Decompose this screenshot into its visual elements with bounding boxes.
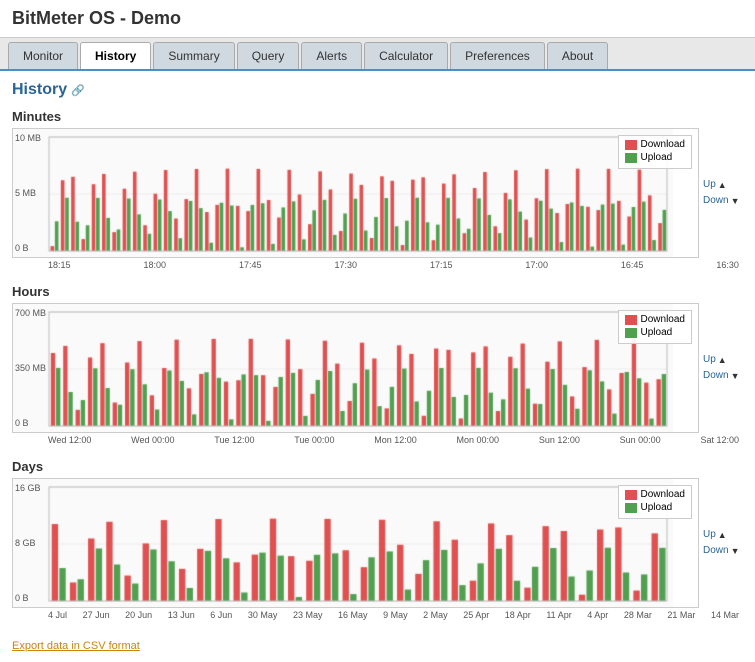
chart-wrapper-2: Download Upload 16 GB8 GB0 B Up ▲ Down ▼ [12,478,743,608]
legend-upload-0: Upload [625,152,685,163]
nav-tab-calculator[interactable]: Calculator [364,42,448,69]
chart-area-0: Download Upload 10 MB5 MB0 B [12,128,699,258]
chart-section-minutes: MinutesDownloadUpload10 MB5 MB0 BUp ▲Dow… [12,109,743,270]
chart-area-2: Download Upload 16 GB8 GB0 B [12,478,699,608]
y-labels-2: 16 GB8 GB0 B [15,479,41,607]
chart-legend-2: Download Upload [618,485,692,519]
chart-section-hours: HoursDownloadUpload700 MB350 MB0 BUp ▲Do… [12,284,743,445]
chart-area-1: Download Upload 700 MB350 MB0 B [12,303,699,433]
legend-download-2: Download [625,489,685,500]
legend-upload-1: Upload [625,327,685,338]
nav-tab-query[interactable]: Query [237,42,300,69]
content: History 🔗 Minutes Download Upload 10 MB5 MB… [0,71,755,662]
chart-wrapper-0: Download Upload 10 MB5 MB0 B Up ▲ Down ▼ [12,128,743,258]
y-labels-0: 10 MB5 MB0 B [15,129,41,257]
up-button-1[interactable]: Up ▲ [703,353,727,367]
down-button-1[interactable]: Down ▼ [703,369,740,383]
chart-side-2: Up ▲ Down ▼ [699,478,743,608]
down-button-2[interactable]: Down ▼ [703,544,740,558]
chart-side-0: Up ▲ Down ▼ [699,128,743,258]
up-button-0[interactable]: Up ▲ [703,178,727,192]
section-title-2: Days [12,459,743,474]
chart-side-1: Up ▲ Down ▼ [699,303,743,433]
title-bar: BitMeter OS - Demo [0,0,755,38]
nav-tab-monitor[interactable]: Monitor [8,42,78,69]
x-labels-2: 4 Jul27 Jun20 Jun13 Jun6 Jun30 May23 May… [12,608,743,620]
chart-legend-0: Download Upload [618,135,692,169]
nav-tab-preferences[interactable]: Preferences [450,42,545,69]
section-title-0: Minutes [12,109,743,124]
chart-canvas-1 [13,304,673,433]
chart-canvas-2 [13,479,673,608]
chart-canvas-0 [13,129,673,258]
nav-bar: MonitorHistorySummaryQueryAlertsCalculat… [0,38,755,71]
chart-section-days: Days Download Upload 16 GB8 GB0 B Up ▲ Down ▼… [12,459,743,620]
page-title: History 🔗 [12,81,743,99]
nav-tab-about[interactable]: About [547,42,608,69]
down-button-0[interactable]: Down ▼ [703,194,740,208]
external-link-icon: 🔗 [71,84,85,97]
up-button-2[interactable]: Up ▲ [703,528,727,542]
export-csv-link[interactable]: Export data in CSV format [12,640,140,652]
legend-download-0: Download [625,139,685,150]
nav-tab-summary[interactable]: Summary [153,42,234,69]
x-labels-1: Wed 12:00Wed 00:00Tue 12:00Tue 00:00Mon … [12,433,743,445]
chart-wrapper-1: Download Upload 700 MB350 MB0 B Up ▲ Down ▼ [12,303,743,433]
legend-upload-2: Upload [625,502,685,513]
x-labels-0: 18:1518:0017:4517:3017:1517:0016:4516:30 [12,258,743,270]
nav-tab-alerts[interactable]: Alerts [301,42,362,69]
section-title-1: Hours [12,284,743,299]
legend-download-1: Download [625,314,685,325]
app-title: BitMeter OS - Demo [12,8,743,29]
chart-legend-1: Download Upload [618,310,692,344]
nav-tab-history[interactable]: History [80,42,151,69]
y-labels-1: 700 MB350 MB0 B [15,304,46,432]
